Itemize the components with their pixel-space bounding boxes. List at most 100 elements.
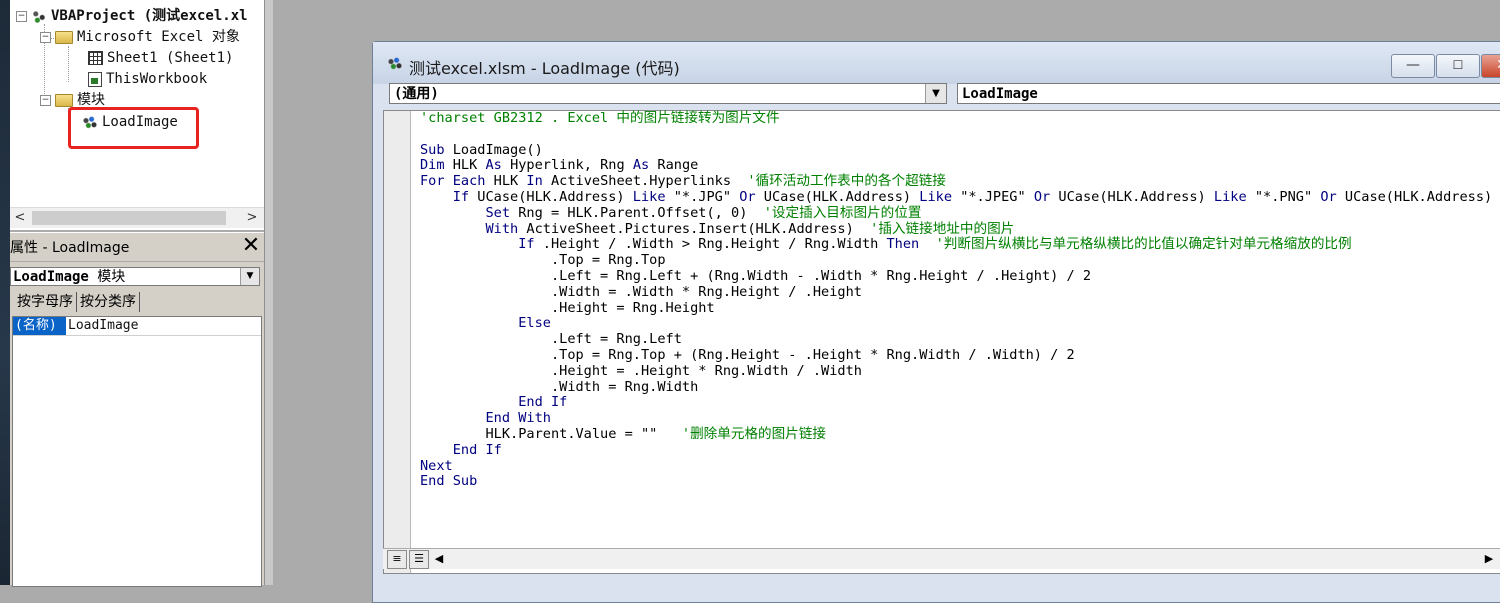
property-row-name[interactable]: (名称) LoadImage [13, 317, 261, 336]
code-line[interactable]: For Each HLK In ActiveSheet.Hyperlinks '… [420, 173, 1500, 190]
code-keyword: Dim [420, 157, 453, 174]
code-text: Range [657, 157, 699, 174]
project-hscrollbar[interactable]: < > [10, 207, 264, 228]
tree-item-thisworkbook[interactable]: ThisWorkbook [88, 69, 207, 89]
panel-splitter[interactable] [264, 0, 273, 585]
code-line[interactable]: Dim HLK As Hyperlink, Rng As Range [420, 157, 1500, 174]
code-text: UCase(HLK.Address) [1058, 188, 1214, 205]
code-keyword: For Each [420, 173, 494, 190]
code-line[interactable]: With ActiveSheet.Pictures.Insert(HLK.Add… [420, 220, 1500, 238]
scroll-left-icon[interactable]: ◀ [431, 550, 447, 568]
code-window-titlebar[interactable]: 测试excel.xlsm - LoadImage (代码) — ☐ ✕ [373, 42, 1500, 84]
desktop-edge [0, 0, 10, 585]
code-keyword: Next [420, 457, 453, 474]
code-keyword: If [420, 236, 543, 253]
tree-item-vbaproject[interactable]: − VBAProject (测试excel.xl [16, 6, 248, 26]
scroll-left-icon[interactable]: < [10, 208, 30, 228]
tab-categorized[interactable]: 按分类序 [77, 292, 140, 312]
code-keyword: Then [886, 236, 936, 253]
maximize-button[interactable]: ☐ [1436, 54, 1480, 78]
code-text: .Left = Rng.Left + (Rng.Width - .Width *… [420, 267, 1092, 284]
code-line[interactable]: End If [420, 441, 1500, 459]
code-line[interactable]: Next [420, 457, 1500, 475]
module-view-button[interactable]: ☰ [409, 550, 429, 569]
chevron-down-icon[interactable]: ▼ [240, 268, 259, 285]
code-line[interactable] [420, 127, 1500, 143]
code-keyword: Like [1213, 188, 1255, 205]
code-keyword: Else [420, 315, 551, 332]
tree-item-label: Sheet1 (Sheet1) [107, 50, 234, 66]
properties-panel: LoadImage 模块 ▼ 按字母序 按分类序 (名称) LoadImage [10, 262, 264, 587]
code-keyword: Or [1320, 188, 1345, 205]
code-line[interactable]: If .Height / .Width > Rng.Height / Rng.W… [420, 236, 1500, 253]
object-combo[interactable]: (通用) ▼ [389, 83, 947, 104]
tree-item-sheet1[interactable]: Sheet1 (Sheet1) [88, 48, 233, 68]
code-keyword: End Sub [420, 473, 478, 490]
code-line[interactable]: Set Rng = HLK.Parent.Offset(, 0) '设定插入目标… [420, 204, 1500, 222]
scroll-thumb[interactable] [32, 211, 226, 225]
properties-tabs: 按字母序 按分类序 [14, 292, 140, 312]
code-line[interactable]: .Left = Rng.Left + (Rng.Width - .Width *… [420, 267, 1500, 285]
code-text: .Height = .Height * Rng.Width / .Width [420, 362, 862, 379]
code-comment: '删除单元格的图片链接 [681, 425, 827, 442]
code-text: .Width = Rng.Width [420, 378, 699, 395]
code-line[interactable]: .Height = .Height * Rng.Width / .Width [420, 362, 1500, 380]
code-comment: '插入链接地址中的图片 [870, 220, 1015, 237]
tree-item-excel-objects[interactable]: − Microsoft Excel 对象 [40, 27, 240, 47]
collapse-icon[interactable]: − [40, 94, 51, 106]
property-value[interactable]: LoadImage [68, 317, 138, 335]
code-line[interactable]: End If [420, 394, 1500, 411]
code-line[interactable]: .Top = Rng.Top + (Rng.Height - .Height *… [420, 347, 1500, 364]
code-line[interactable]: If UCase(HLK.Address) Like "*.JPG" Or UC… [420, 188, 1500, 206]
code-line[interactable]: End With [420, 410, 1500, 427]
code-line[interactable]: Sub LoadImage() [420, 141, 1500, 159]
code-editor[interactable]: 'charset GB2312 . Excel 中的图片链接转为图片文件 Sub … [383, 110, 1500, 574]
code-keyword: With [420, 220, 527, 237]
object-type: 模块 [97, 269, 126, 285]
code-line[interactable]: .Top = Rng.Top [420, 252, 1500, 269]
tree-item-label: Microsoft Excel 对象 [77, 29, 240, 45]
code-line[interactable]: .Width = Rng.Width [420, 378, 1500, 396]
code-line[interactable]: .Left = Rng.Left [420, 331, 1500, 348]
code-line[interactable]: HLK.Parent.Value = "" '删除单元格的图片链接 [420, 425, 1500, 443]
code-keyword: End If [420, 441, 502, 458]
tab-alphabetic[interactable]: 按字母序 [14, 292, 77, 312]
property-key: (名称) [13, 317, 66, 335]
code-lines[interactable]: 'charset GB2312 . Excel 中的图片链接转为图片文件 Sub … [420, 110, 1500, 490]
tree-connector [68, 46, 69, 82]
code-line[interactable]: Else [420, 315, 1500, 332]
object-select[interactable]: LoadImage 模块 ▼ [10, 267, 260, 286]
code-comment: '循环活动工作表中的各个超链接 [747, 173, 946, 190]
scroll-right-icon[interactable]: ▶ [1481, 550, 1497, 568]
close-button[interactable]: ✕ [1481, 54, 1500, 78]
code-text: "*.JPG" [673, 188, 740, 205]
collapse-icon[interactable]: − [40, 31, 51, 43]
chevron-down-icon[interactable]: ▼ [925, 84, 946, 103]
code-text: UCase(HLK.Address) [763, 188, 920, 205]
minimize-button[interactable]: — [1391, 54, 1435, 78]
code-text: UCase(HLK.Address) [477, 188, 633, 205]
code-text: "*.PNG" [1254, 188, 1321, 205]
code-text: Rng = HLK.Parent.Offset(, 0) [518, 204, 764, 221]
code-text: HLK [493, 173, 527, 190]
scroll-right-icon[interactable]: > [242, 208, 262, 228]
properties-titlebar: 属性 - LoadImage ✕ [10, 232, 264, 261]
code-line[interactable]: End Sub [420, 473, 1500, 490]
close-icon[interactable]: ✕ [240, 235, 262, 257]
code-text: HLK [452, 157, 486, 174]
code-text: .Left = Rng.Left [420, 331, 682, 348]
procedure-view-button[interactable]: ≡ [387, 550, 407, 569]
procedure-combo[interactable]: LoadImage [957, 83, 1500, 104]
collapse-icon[interactable]: − [16, 10, 27, 22]
code-selectors: (通用) ▼ LoadImage [389, 83, 1500, 107]
code-comment: '设定插入目标图片的位置 [763, 204, 922, 221]
properties-grid: (名称) LoadImage [12, 316, 262, 587]
code-keyword: Or [739, 188, 764, 205]
procedure-combo-value: LoadImage [962, 86, 1038, 102]
code-keyword: As [485, 157, 511, 174]
code-margin[interactable] [384, 111, 411, 573]
code-line[interactable]: 'charset GB2312 . Excel 中的图片链接转为图片文件 [420, 110, 1500, 127]
code-line[interactable]: .Height = Rng.Height [420, 300, 1500, 317]
code-text: LoadImage() [452, 141, 543, 158]
code-line[interactable]: .Width = .Width * Rng.Height / .Height [420, 284, 1500, 301]
